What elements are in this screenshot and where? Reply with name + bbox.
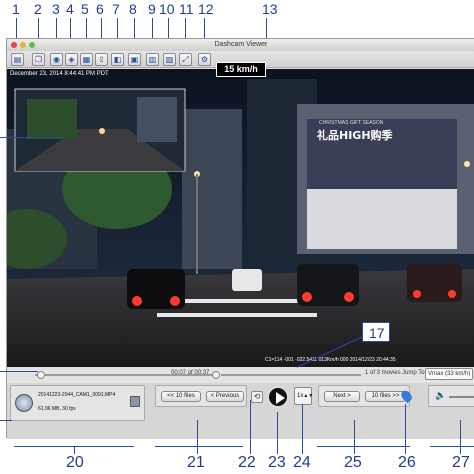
next-button[interactable]: Next > [324, 391, 360, 402]
export-icon[interactable]: ⇪ [95, 53, 108, 66]
billboard-text: 礼品HIGH购季 [317, 129, 393, 142]
close-window-button[interactable] [11, 42, 17, 48]
callout-line-seek [0, 371, 38, 372]
stepper-arrows-icon: ▲▼ [303, 393, 314, 399]
fullscreen-icon[interactable]: ⤢ [179, 53, 192, 66]
jump-to-select[interactable]: Vmax (33 km/h) [425, 368, 473, 380]
callout-line-26 [405, 404, 406, 454]
layout-icon[interactable]: ▥ [146, 53, 159, 66]
video-frame[interactable]: December 23, 2014 8:44:41 PM PDT CHRISTM… [7, 69, 474, 367]
movie-counter: 1 of 3 movies [365, 370, 401, 376]
callout-12: 12 [198, 1, 214, 17]
seek-bar-row: 00:07 of 00:37 1 of 3 movies Jump To: Vm… [7, 367, 474, 383]
callout-4: 4 [66, 1, 74, 17]
seek-thumb[interactable] [212, 371, 220, 379]
camera-icon[interactable]: ◉ [50, 53, 63, 66]
callout-27: 27 [452, 454, 470, 471]
previous-buttons-group: << 10 files < Previous [155, 385, 247, 407]
disc-icon [15, 394, 33, 412]
billboard-caption: CHRISTMAS GIFT SEASON [319, 120, 384, 126]
bracket-21-stem [197, 420, 198, 454]
callout-9: 9 [148, 1, 156, 17]
next-10-files-button[interactable]: 10 files >> [365, 391, 406, 402]
bracket-27-stem [460, 420, 461, 454]
bracket-25 [317, 446, 410, 447]
callout-8: 8 [129, 1, 137, 17]
play-button[interactable] [267, 386, 289, 408]
jump-to-label: Jump To: [402, 370, 427, 376]
callout-20: 20 [66, 454, 84, 471]
bracket-21 [155, 446, 243, 447]
save-icon[interactable]: ▧ [163, 53, 176, 66]
file-name: 20141223-2044_CAM1_0091.MP4 [38, 392, 116, 398]
callout-21: 21 [187, 454, 205, 471]
callout-13: 13 [262, 1, 278, 17]
callout-2: 2 [34, 1, 42, 17]
save-file-icon[interactable] [130, 396, 140, 407]
app-window: Dashcam Viewer ▤ ❐ ◉ ◈ ▦ ⇪ ◧ ▣ ▥ ▧ ⤢ ⚙ D… [6, 38, 474, 439]
zoom-window-button[interactable] [29, 42, 35, 48]
play-icon [276, 392, 285, 404]
title-bar: Dashcam Viewer [7, 39, 474, 51]
callout-25: 25 [344, 454, 362, 471]
volume-group: 🔈 [428, 385, 474, 407]
callout-11: 11 [179, 1, 194, 17]
seek-track-right[interactable] [221, 374, 361, 376]
loop-icon[interactable]: ⟲ [251, 391, 263, 403]
callout-23: 23 [268, 454, 286, 471]
bracket-20-stem [74, 446, 75, 454]
trash-icon[interactable]: ▣ [128, 53, 141, 66]
window-title: Dashcam Viewer [214, 41, 268, 48]
callout-17: 17 [369, 325, 385, 341]
bracket-27 [430, 446, 474, 447]
gear-icon[interactable]: ⚙ [198, 53, 211, 66]
video-timestamp: December 23, 2014 8:44:41 PM PDT [10, 71, 109, 77]
callout-6: 6 [96, 1, 104, 17]
night-street-scene [7, 69, 474, 367]
previous-10-files-button[interactable]: << 10 files [161, 391, 201, 402]
annotated-screenshot: 1 2 3 4 5 6 7 8 9 10 11 12 13 Dashcam Vi… [0, 0, 474, 474]
seek-thumb-left[interactable] [37, 371, 45, 379]
file-details: 61.96 MB, 30 fps [38, 406, 76, 412]
callout-17-box: 17 [362, 322, 390, 342]
file-info-panel: 20141223-2044_CAM1_0091.MP4 61.96 MB, 30… [10, 385, 145, 421]
next-buttons-group: Next > 10 files >> [318, 385, 410, 407]
bracket-25-stem [354, 420, 355, 454]
callout-10: 10 [159, 1, 175, 17]
callout-7: 7 [112, 1, 120, 17]
callout-22: 22 [238, 454, 256, 471]
callout-26: 26 [398, 454, 416, 471]
callout-3: 3 [52, 1, 60, 17]
map-icon[interactable]: ◈ [65, 53, 78, 66]
callout-line-23 [277, 412, 278, 454]
speed-readout: 15 km/h [216, 62, 266, 77]
speaker-icon: 🔈 [435, 391, 447, 401]
callout-24: 24 [293, 454, 311, 471]
settings-icon[interactable]: ◧ [111, 53, 124, 66]
callout-line-24 [302, 404, 303, 454]
copy-icon[interactable]: ❐ [32, 53, 45, 66]
controls-bar: 20141223-2044_CAM1_0091.MP4 61.96 MB, 30… [7, 383, 474, 439]
elapsed-time: 00:07 of 00:37 [171, 370, 210, 376]
minimize-window-button[interactable] [20, 42, 26, 48]
callout-1: 1 [12, 1, 20, 17]
callout-line-inset [0, 137, 60, 138]
open-folder-icon[interactable]: ▤ [11, 53, 24, 66]
previous-button[interactable]: < Previous [206, 391, 244, 402]
callout-line-file [0, 420, 12, 421]
playback-rate-stepper[interactable]: 1x▲▼ [294, 387, 314, 405]
volume-slider[interactable] [449, 396, 474, 398]
chart-icon[interactable]: ▦ [80, 53, 93, 66]
gps-overlay: C1=114 ·001 ·022.5411 013Km/h 000 2014/1… [265, 357, 396, 363]
callout-5: 5 [81, 1, 89, 17]
callout-line-22 [250, 400, 251, 454]
